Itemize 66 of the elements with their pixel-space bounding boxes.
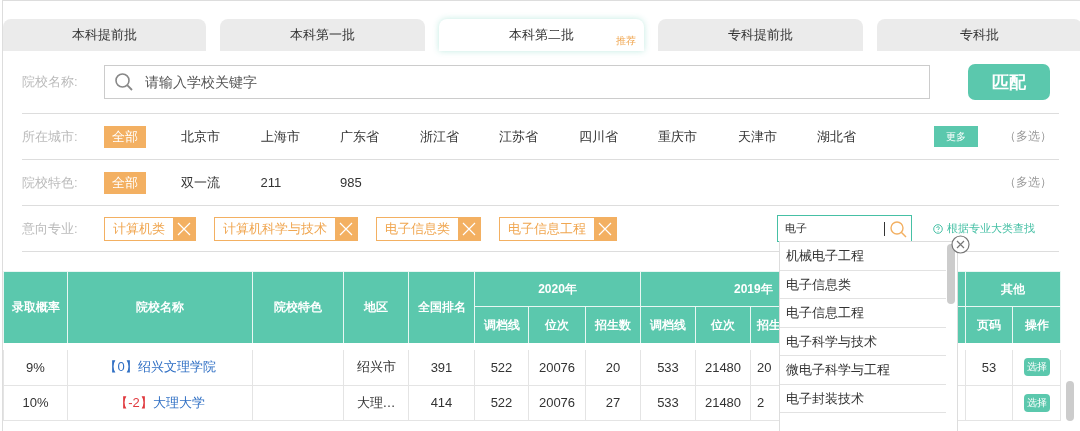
filter-option[interactable]: 北京市	[181, 125, 220, 148]
search-icon	[889, 219, 907, 238]
suggestion-item[interactable]: 微电子科学与工程	[780, 356, 946, 385]
multi-select-note: （多选）	[1004, 174, 1052, 191]
filter-option[interactable]: 四川省	[578, 125, 618, 148]
table-cell: 20076	[538, 359, 576, 375]
batch-tab[interactable]: 专科批	[877, 19, 1080, 51]
table-cell: 53	[981, 359, 997, 375]
table-cell: 大理…	[356, 394, 396, 410]
field-label: 院校名称:	[22, 73, 79, 91]
filter-option[interactable]: 湖北省	[817, 125, 856, 148]
multi-select-note: （多选）	[1004, 128, 1052, 145]
remove-tag-icon[interactable]	[594, 217, 616, 240]
table-cell: 522	[490, 395, 513, 411]
batch-tab[interactable]: 专科提前批	[658, 19, 863, 51]
table-cell: 533	[657, 359, 679, 375]
suggestion-item[interactable]: 电子封装技术	[780, 384, 946, 413]
suggestion-item[interactable]: 电子科学与技术	[780, 327, 946, 356]
filter-option[interactable]: 985	[340, 171, 362, 194]
table-cell: 20076	[538, 395, 576, 411]
filter-option[interactable]: 上海市	[260, 125, 300, 148]
table-cell: 10%	[22, 395, 49, 411]
filter-label: 所在城市:	[22, 127, 79, 146]
search-icon	[114, 72, 134, 92]
tag-label: 电子信息类	[384, 219, 451, 238]
filter-option[interactable]: 211	[260, 171, 282, 194]
batch-tab[interactable]: 本科第一批	[220, 19, 425, 51]
tag-label: 电子信息工程	[507, 219, 587, 238]
table-cell: 9%	[26, 359, 45, 375]
close-icon[interactable]	[951, 235, 970, 254]
search-field[interactable]: 请输入学校关键字	[104, 65, 930, 99]
help-icon	[933, 223, 943, 234]
suggestion-item[interactable]: 电子信息工程	[780, 299, 946, 328]
table-cell: 绍兴市	[356, 359, 396, 375]
table-cell: 20	[605, 359, 621, 375]
table-cell: 2	[757, 395, 765, 411]
filter-label: 意向专业:	[22, 219, 79, 238]
table-cell: 522	[490, 359, 513, 375]
table-cell: 21480	[704, 359, 742, 375]
scrollbar[interactable]	[947, 244, 955, 304]
filter-label: 院校特色:	[22, 173, 79, 192]
remove-tag-icon[interactable]	[335, 217, 357, 240]
column-group-header: 其他	[965, 271, 1061, 307]
column-group-header: 2020年	[474, 271, 641, 307]
table-cell: 27	[605, 395, 621, 411]
filter-option[interactable]: 浙江省	[419, 125, 459, 148]
suggestion-item[interactable]: 机械电子工程	[780, 242, 946, 271]
table-cell: 533	[657, 395, 679, 411]
tag-label: 计算机科学与技术	[222, 219, 328, 238]
filter-option[interactable]: 双一流	[181, 171, 220, 194]
filter-option[interactable]: 江苏省	[499, 125, 538, 148]
table-cell: 414	[430, 395, 453, 411]
filter-option[interactable]: 重庆市	[658, 125, 697, 148]
recommend-label: 推荐	[616, 34, 636, 48]
filter-option[interactable]: 广东省	[340, 125, 379, 148]
tag-label: 计算机类	[112, 219, 166, 238]
table-cell: 391	[430, 359, 453, 375]
remove-tag-icon[interactable]	[458, 217, 480, 240]
batch-tab[interactable]: 本科提前批	[3, 19, 206, 51]
suggestion-item[interactable]: 电子信息类	[780, 270, 946, 299]
remove-tag-icon[interactable]	[173, 217, 195, 240]
filter-option[interactable]: 天津市	[737, 125, 777, 148]
scrollbar[interactable]	[1066, 381, 1074, 421]
table-cell: 21480	[704, 395, 742, 411]
batch-tab[interactable]: 本科第二批 推荐	[439, 19, 644, 51]
table-cell: 20	[757, 359, 772, 375]
